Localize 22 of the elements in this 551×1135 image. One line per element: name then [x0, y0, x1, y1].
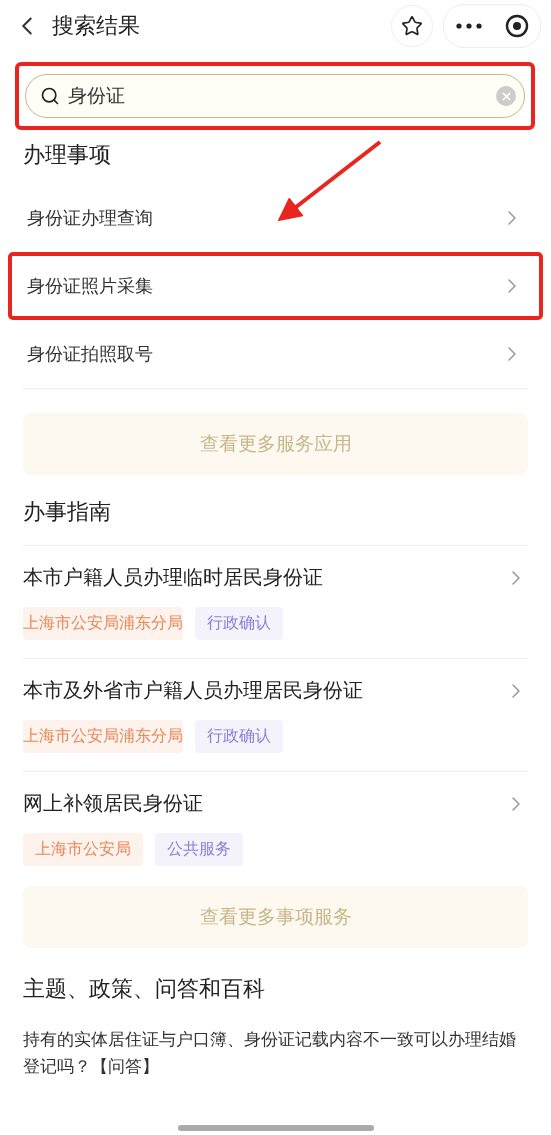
- service-item[interactable]: 身份证拍照取号: [8, 320, 543, 388]
- department-tag: 上海市公安局: [23, 833, 143, 866]
- category-tag: 行政确认: [195, 720, 283, 753]
- service-item[interactable]: 身份证照片采集: [8, 252, 543, 320]
- guide-title[interactable]: 本市及外省市户籍人员办理居民身份证: [23, 677, 363, 704]
- page-title: 搜索结果: [52, 12, 141, 40]
- section-heading: 办事指南: [23, 498, 112, 526]
- guide-title[interactable]: 本市户籍人员办理临时居民身份证: [23, 564, 323, 591]
- section-heading: 办理事项: [23, 141, 112, 169]
- guide-title[interactable]: 网上补领居民身份证: [23, 790, 203, 817]
- more-icon[interactable]: [455, 23, 482, 29]
- section-heading: 主题、政策、问答和百科: [23, 975, 266, 1003]
- qa-link[interactable]: 持有的实体居住证与户口簿、身份证记载内容不一致可以办理结婚登记吗？【问答】: [23, 1026, 528, 1080]
- department-tag: 上海市公安局浦东分局: [23, 607, 183, 640]
- service-item[interactable]: 身份证办理查询: [8, 184, 543, 252]
- category-tag: 行政确认: [195, 607, 283, 640]
- search-field[interactable]: 身份证: [25, 74, 525, 118]
- category-tag: 公共服务: [155, 833, 243, 866]
- target-icon[interactable]: [504, 14, 529, 38]
- search-icon: [40, 86, 60, 106]
- department-tag: 上海市公安局浦东分局: [23, 720, 183, 753]
- search-value: 身份证: [68, 83, 126, 108]
